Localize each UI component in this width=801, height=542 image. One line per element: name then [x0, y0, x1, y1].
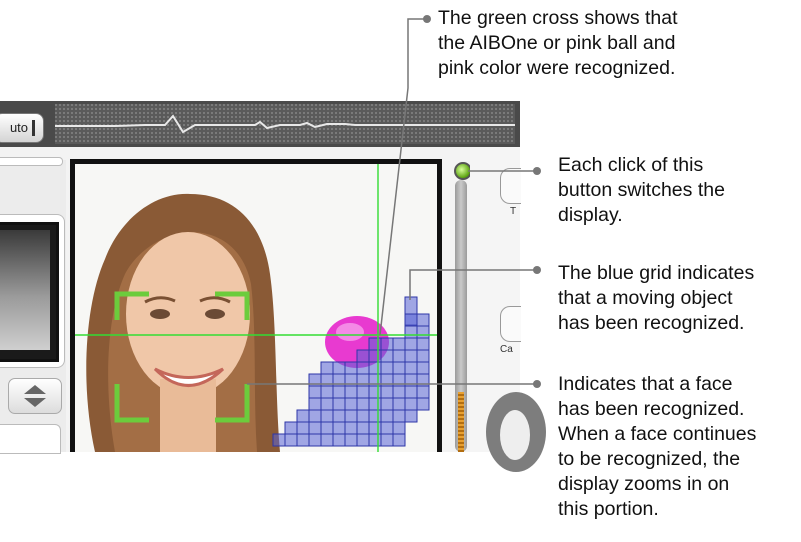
callout-line: to be recognized, the: [558, 448, 741, 470]
callout-line: The blue grid indicates: [558, 262, 755, 284]
callout-line: Indicates that a face: [558, 373, 733, 395]
callout-line: When a face continues: [558, 423, 757, 445]
callout-line: has been recognized.: [558, 398, 745, 420]
callout-line: display.: [558, 204, 623, 226]
callout-line: this portion.: [558, 498, 659, 520]
callout-line: button switches the: [558, 179, 725, 201]
callout-line: The green cross shows that: [438, 7, 678, 29]
callout-line: display zooms in on: [558, 473, 730, 495]
callout-face: Indicates that a face has been recognize…: [558, 372, 756, 522]
callout-green-cross: The green cross shows that the AIBOne or…: [438, 6, 678, 81]
callout-line: pink color were recognized.: [438, 57, 676, 79]
callout-blue-grid: The blue grid indicates that a moving ob…: [558, 261, 754, 336]
callout-display-button: Each click of this button switches the d…: [558, 153, 725, 228]
callout-line: has been recognized.: [558, 312, 745, 334]
callout-line: Each click of this: [558, 154, 704, 176]
callout-line: that a moving object: [558, 287, 733, 309]
callout-line: the AIBOne or pink ball and: [438, 32, 676, 54]
